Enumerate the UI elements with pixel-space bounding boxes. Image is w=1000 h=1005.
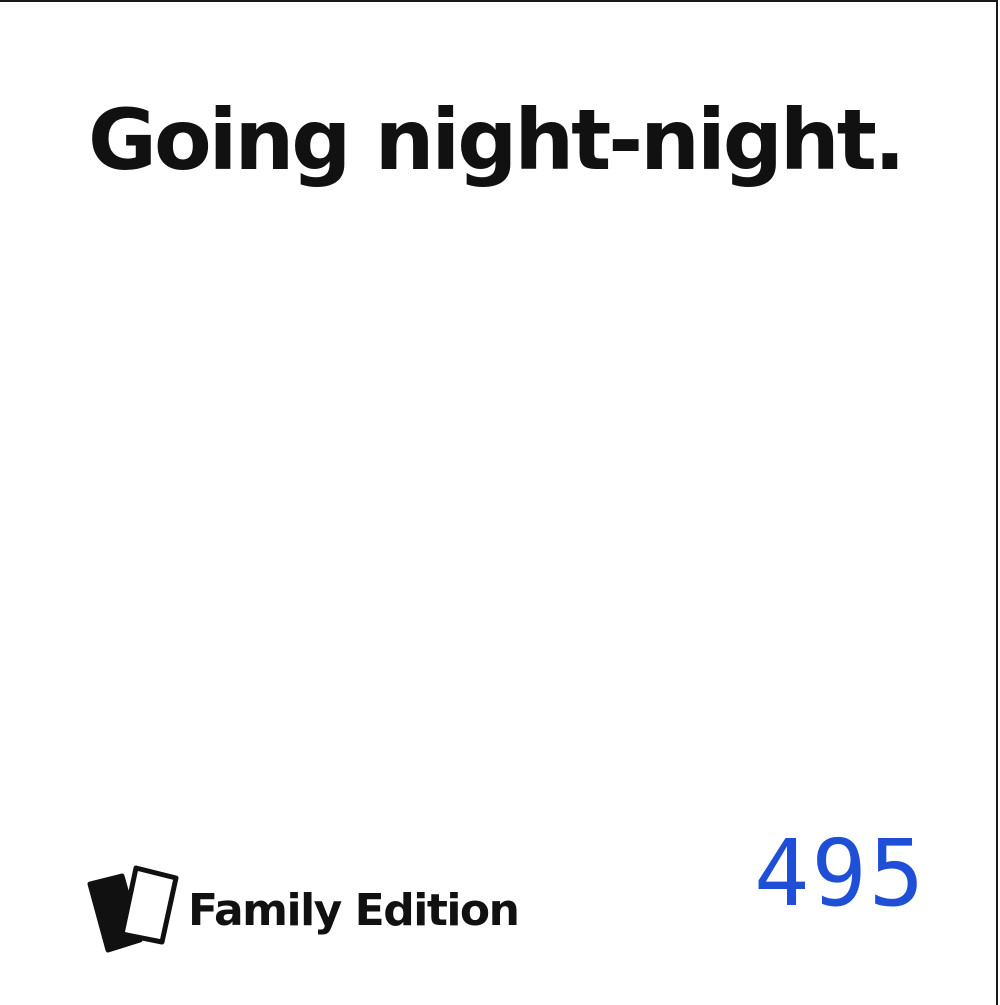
- stacked-cards-icon: [87, 865, 179, 953]
- card-text: Going night-night.: [88, 91, 906, 189]
- card-number: 495: [754, 820, 927, 927]
- edition-label: Family Edition: [188, 884, 520, 936]
- game-card: Going night-night. Family Edition 495: [0, 0, 998, 1005]
- edition-brand: Family Edition: [86, 864, 520, 956]
